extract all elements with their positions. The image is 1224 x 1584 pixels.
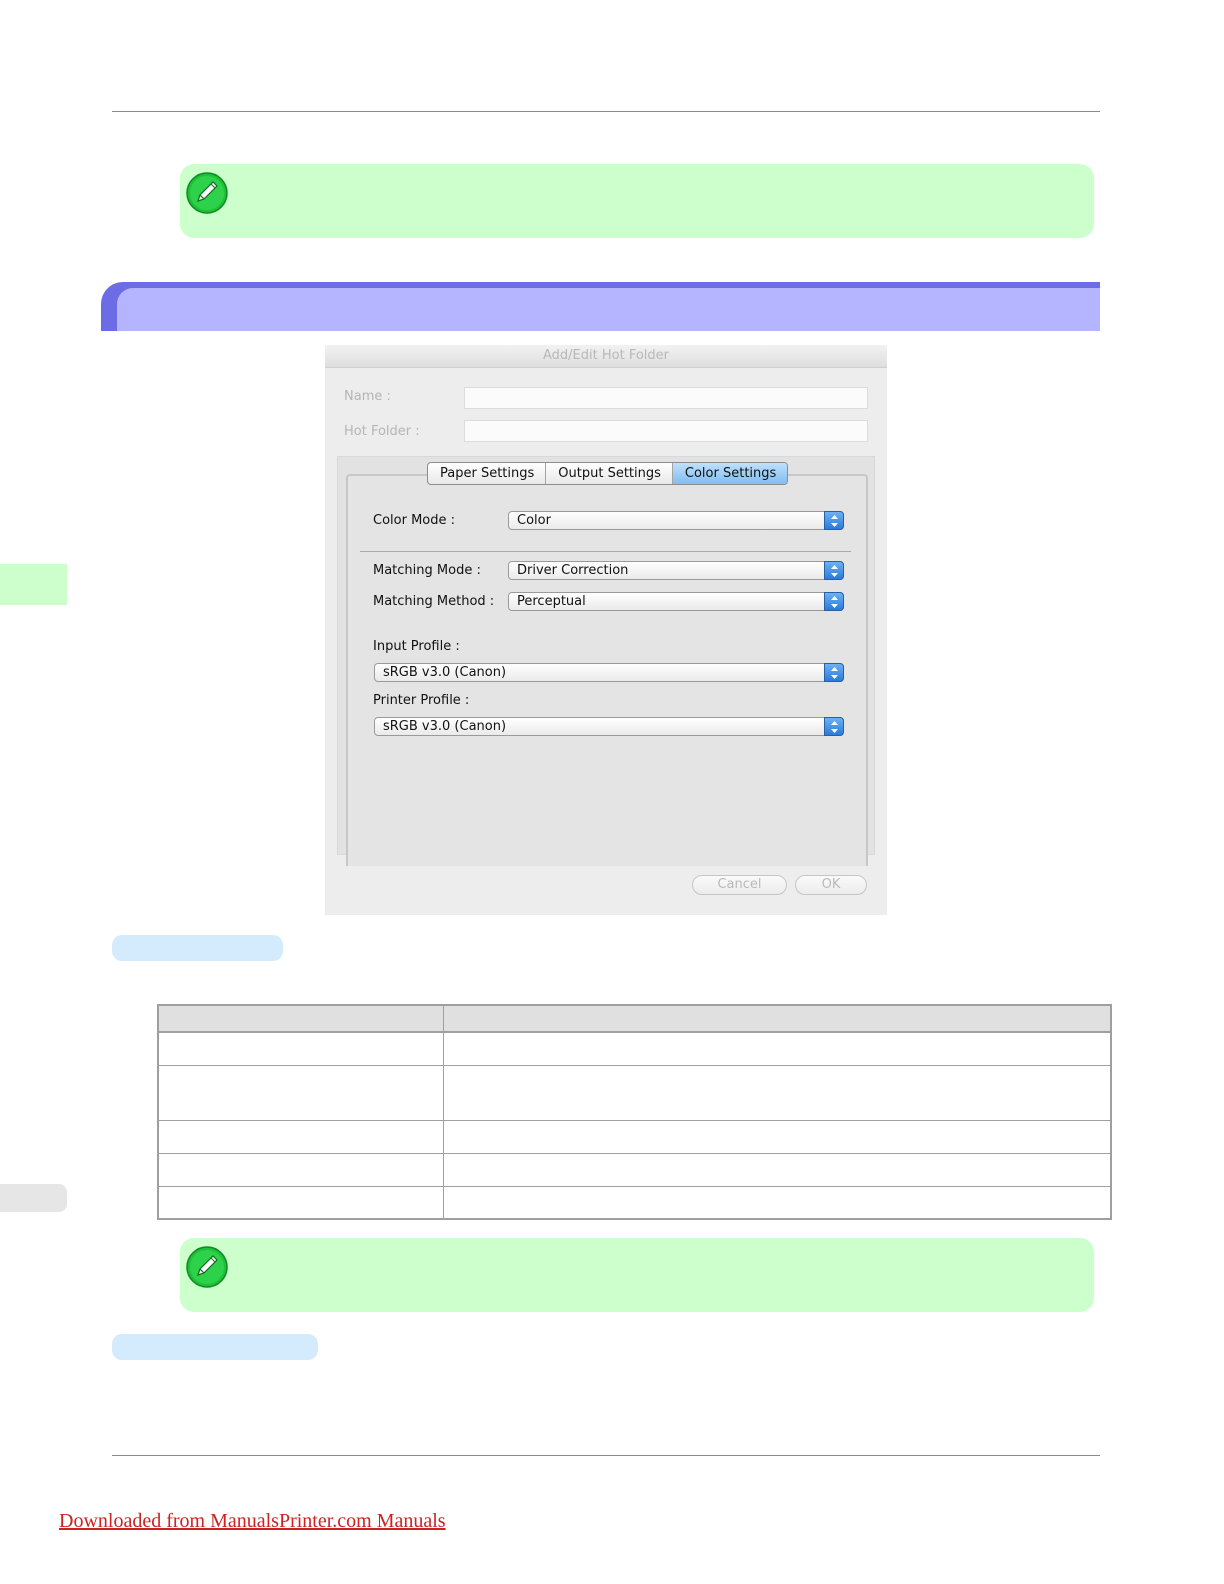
chapter-side-tab (0, 564, 67, 605)
color-mode-label: Color Mode : (373, 513, 456, 528)
color-mode-select[interactable]: Color (508, 511, 844, 530)
table-cell (157, 1119, 444, 1154)
tab-color-settings[interactable]: Color Settings (672, 463, 788, 484)
matching-mode-value: Driver Correction (517, 563, 629, 578)
table-header-cell (157, 1004, 444, 1033)
add-edit-hot-folder-dialog: Add/Edit Hot Folder Name : Hot Folder : … (325, 345, 887, 915)
dialog-title: Add/Edit Hot Folder (543, 348, 669, 363)
name-field[interactable] (464, 387, 868, 409)
table-cell (443, 1185, 1112, 1220)
printer-profile-value: sRGB v3.0 (Canon) (383, 719, 507, 734)
table-cell (443, 1119, 1112, 1154)
matching-mode-label: Matching Mode : (373, 563, 481, 578)
cancel-button[interactable]: Cancel (692, 875, 787, 895)
up-down-arrows-icon (824, 663, 844, 682)
tab-paper-settings[interactable]: Paper Settings (428, 463, 547, 484)
note-box (180, 164, 1094, 238)
up-down-arrows-icon (824, 511, 844, 530)
up-down-arrows-icon (824, 561, 844, 580)
table-row (157, 1031, 1112, 1066)
subsection-heading-pill (112, 1334, 318, 1360)
bottom-rule (112, 1455, 1100, 1456)
page-side-tab (0, 1184, 67, 1212)
section-separator (360, 551, 851, 552)
matching-mode-select[interactable]: Driver Correction (508, 561, 844, 580)
table-header-row (157, 1004, 1112, 1033)
up-down-arrows-icon (824, 592, 844, 611)
matching-method-select[interactable]: Perceptual (508, 592, 844, 611)
input-profile-label: Input Profile : (373, 639, 460, 654)
input-profile-select[interactable]: sRGB v3.0 (Canon) (374, 663, 844, 682)
table-cell (443, 1031, 1112, 1066)
table-row (157, 1119, 1112, 1154)
tab-output-settings[interactable]: Output Settings (546, 463, 673, 484)
settings-table (157, 1004, 1112, 1220)
name-label: Name : (344, 389, 391, 404)
printer-profile-label: Printer Profile : (373, 693, 470, 708)
up-down-arrows-icon (824, 717, 844, 736)
table-cell (157, 1031, 444, 1066)
note-box (180, 1238, 1094, 1312)
table-row (157, 1152, 1112, 1187)
table-row (157, 1185, 1112, 1220)
top-rule (112, 111, 1100, 112)
table-header-cell (443, 1004, 1112, 1033)
ok-button[interactable]: OK (795, 875, 867, 895)
section-heading-inner (117, 288, 1100, 331)
subsection-heading-pill (112, 935, 283, 961)
dialog-titlebar: Add/Edit Hot Folder (325, 345, 887, 368)
color-mode-value: Color (517, 513, 551, 528)
printer-profile-select[interactable]: sRGB v3.0 (Canon) (374, 717, 844, 736)
section-heading-bar (101, 282, 1100, 331)
table-cell (157, 1185, 444, 1220)
settings-tabs: Paper Settings Output Settings Color Set… (427, 462, 789, 485)
table-cell (157, 1152, 444, 1187)
download-source-link[interactable]: Downloaded from ManualsPrinter.com Manua… (59, 1510, 446, 1533)
table-cell (443, 1152, 1112, 1187)
hot-folder-label: Hot Folder : (344, 424, 420, 439)
pencil-note-icon (186, 1246, 228, 1288)
table-cell (443, 1064, 1112, 1121)
table-row (157, 1064, 1112, 1121)
pencil-note-icon (186, 172, 228, 214)
matching-method-label: Matching Method : (373, 594, 495, 609)
input-profile-value: sRGB v3.0 (Canon) (383, 665, 507, 680)
matching-method-value: Perceptual (517, 594, 586, 609)
hot-folder-field[interactable] (464, 420, 868, 442)
table-cell (157, 1064, 444, 1121)
